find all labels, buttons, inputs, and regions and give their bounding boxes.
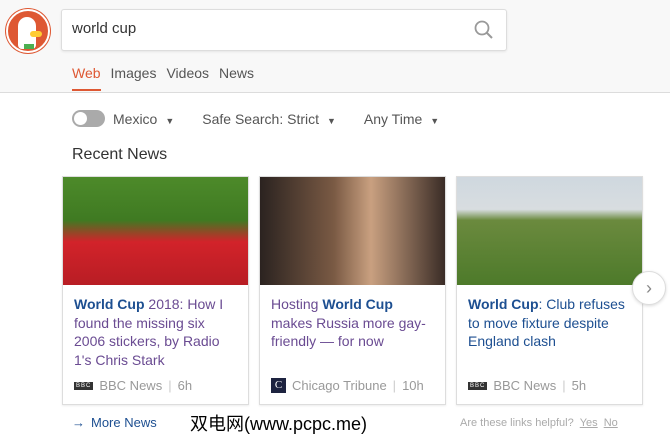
news-source: BBC BBC News | 6h xyxy=(74,378,193,393)
arrow-right-icon: → xyxy=(72,415,85,430)
news-thumbnail xyxy=(63,177,248,285)
caret-down-icon: ▼ xyxy=(165,115,175,126)
search-input[interactable] xyxy=(72,20,452,37)
news-age: 5h xyxy=(571,378,587,393)
feedback: Are these links helpful? Yes No xyxy=(460,417,618,429)
carousel-next-button[interactable]: › xyxy=(632,271,666,305)
watermark: 双电网(www.pcpc.me) xyxy=(190,414,368,434)
feedback-yes-link[interactable]: Yes xyxy=(580,417,598,429)
title-text: Hosting xyxy=(271,296,323,312)
news-title[interactable]: World Cup: Club refuses to move fixture … xyxy=(457,285,642,351)
feedback-no-link[interactable]: No xyxy=(604,417,618,429)
news-source: C Chicago Tribune | 10h xyxy=(271,378,424,393)
title-highlight: World Cup xyxy=(468,296,539,312)
search-tabs: Web Images Videos News xyxy=(72,65,254,91)
header: Web Images Videos News xyxy=(0,0,670,93)
news-thumbnail xyxy=(260,177,445,285)
title-highlight: World Cup xyxy=(322,296,393,312)
news-source: BBC BBC News | 5h xyxy=(468,378,587,393)
news-thumbnail xyxy=(457,177,642,285)
news-title[interactable]: World Cup 2018: How I found the missing … xyxy=(63,285,248,369)
chevron-right-icon: › xyxy=(646,278,652,298)
section-title: Recent News xyxy=(72,146,168,163)
title-text: makes Russia more gay-friendly — for now xyxy=(271,314,426,350)
caret-down-icon: ▼ xyxy=(327,115,336,126)
tab-videos[interactable]: Videos xyxy=(166,65,209,91)
region-toggle[interactable] xyxy=(72,110,105,127)
news-card[interactable]: World Cup 2018: How I found the missing … xyxy=(62,176,249,405)
safe-search-dropdown[interactable]: Safe Search: Strict ▼ xyxy=(202,111,336,127)
news-card[interactable]: Hosting World Cup makes Russia more gay-… xyxy=(259,176,446,405)
bbc-logo-icon: BBC xyxy=(468,381,488,390)
news-title[interactable]: Hosting World Cup makes Russia more gay-… xyxy=(260,285,445,351)
feedback-question: Are these links helpful? xyxy=(460,417,574,429)
time-dropdown[interactable]: Any Time ▼ xyxy=(364,111,439,127)
news-carousel: World Cup 2018: How I found the missing … xyxy=(62,176,643,405)
search-box xyxy=(61,9,507,51)
source-name: Chicago Tribune xyxy=(292,378,387,393)
chicago-tribune-logo-icon: C xyxy=(271,378,286,393)
duckduckgo-logo[interactable] xyxy=(6,9,50,53)
bbc-logo-icon: BBC xyxy=(74,381,94,390)
filters-bar: Mexico ▼ Safe Search: Strict ▼ Any Time ▼ xyxy=(72,110,467,127)
search-icon[interactable] xyxy=(474,20,494,40)
region-label: Mexico xyxy=(113,110,158,127)
time-label: Any Time xyxy=(363,110,423,127)
source-name: BBC News xyxy=(493,378,557,393)
news-age: 10h xyxy=(402,378,424,393)
region-dropdown[interactable]: Mexico ▼ xyxy=(113,111,174,127)
source-name: BBC News xyxy=(99,378,163,393)
more-news-label: More News xyxy=(91,415,157,430)
safe-search-label: Safe Search: Strict xyxy=(202,110,319,127)
tab-images[interactable]: Images xyxy=(111,65,157,91)
title-highlight: World Cup xyxy=(74,296,145,312)
tab-web[interactable]: Web xyxy=(72,65,101,91)
caret-down-icon: ▼ xyxy=(430,115,440,126)
more-news-link[interactable]: → More News xyxy=(72,415,163,430)
tab-news[interactable]: News xyxy=(219,65,254,91)
news-card[interactable]: World Cup: Club refuses to move fixture … xyxy=(456,176,643,405)
news-age: 6h xyxy=(177,378,193,393)
